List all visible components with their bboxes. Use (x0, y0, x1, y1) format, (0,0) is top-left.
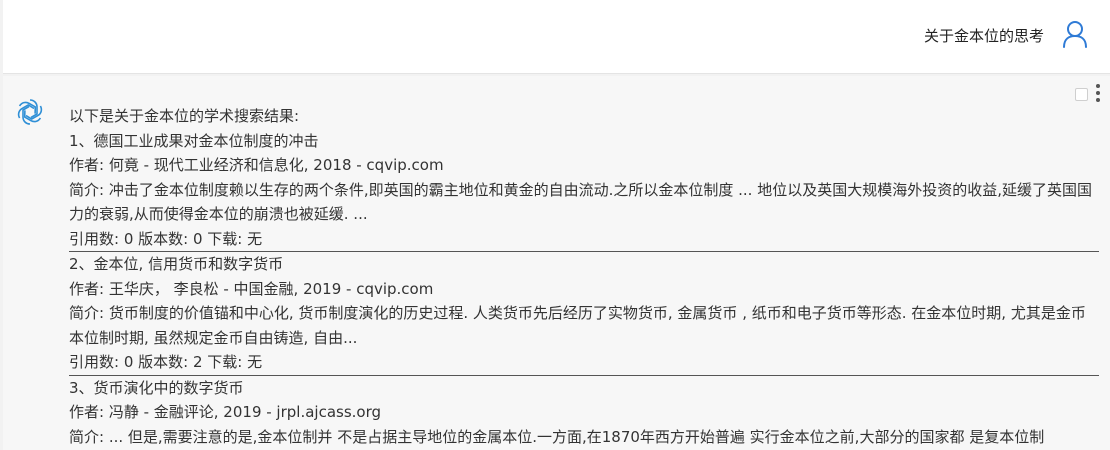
answer-intro: 以下是关于金本位的学术搜索结果: (69, 107, 300, 125)
chat-page: 关于金本位的思考 以下是关于金本位的学术搜索结果: 1、德国工业成果对金本位制度 (0, 0, 1110, 450)
result-summary: 简介: 冲击了金本位制度赖以生存的两个条件,即英国的霸主地位和黄金的自由流动.之… (69, 180, 1092, 224)
search-result: 3、货币演化中的数字货币 作者: 冯静 - 金融评论, 2019 - jrpl.… (69, 376, 1099, 450)
result-title: 2、金本位, 信用货币和数字货币 (69, 255, 284, 273)
result-stats: 引用数: 0 版本数: 2 下载: 无 (69, 353, 263, 371)
result-author: 作者: 冯静 - 金融评论, 2019 - jrpl.ajcass.org (69, 403, 382, 421)
user-query-text: 关于金本位的思考 (923, 27, 1044, 45)
search-result: 2、金本位, 信用货币和数字货币 作者: 王华庆， 李良松 - 中国金融, 20… (69, 252, 1099, 376)
result-summary: 简介: 货币制度的价值锚和中心化, 货币制度演化的历史过程. 人类货币先后经历了… (69, 304, 1086, 347)
result-title: 3、货币演化中的数字货币 (69, 378, 244, 397)
result-author: 作者: 何竟 - 现代工业经济和信息化, 2018 - cqvip.com (69, 156, 444, 174)
result-stats: 引用数: 0 版本数: 0 下载: 无 (69, 229, 263, 248)
more-options-icon[interactable] (1095, 84, 1101, 104)
assistant-message: 以下是关于金本位的学术搜索结果: 1、德国工业成果对金本位制度的冲击 作者: 何… (3, 76, 1110, 450)
user-message-bar: 关于金本位的思考 (3, 0, 1110, 74)
search-result: 1、德国工业成果对金本位制度的冲击 作者: 何竟 - 现代工业经济和信息化, 2… (69, 129, 1099, 252)
answer-content: 以下是关于金本位的学术搜索结果: 1、德国工业成果对金本位制度的冲击 作者: 何… (69, 104, 1099, 449)
select-message-checkbox[interactable] (1075, 88, 1088, 101)
user-icon[interactable] (1062, 20, 1088, 48)
result-summary: 简介: ... 但是,需要注意的是,金本位制并 不是占据主导地位的金属本位.一方… (69, 427, 1045, 446)
result-title: 1、德国工业成果对金本位制度的冲击 (69, 131, 319, 150)
openai-logo-icon (17, 99, 43, 125)
result-author: 作者: 王华庆， 李良松 - 中国金融, 2019 - cqvip.com (69, 279, 434, 298)
